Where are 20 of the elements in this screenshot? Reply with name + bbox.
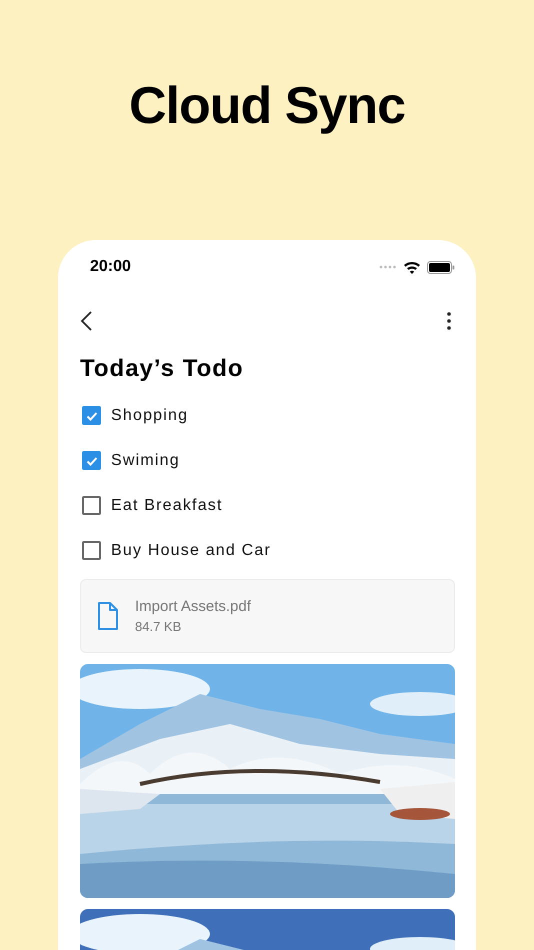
headline: Cloud Sync: [128, 76, 406, 137]
checkbox[interactable]: [82, 451, 101, 470]
file-icon: [97, 602, 119, 630]
file-size: 84.7 KB: [135, 619, 182, 634]
battery-icon: [427, 260, 455, 274]
file-name: Import Assets.pdf: [135, 598, 251, 615]
checkbox[interactable]: [82, 541, 101, 560]
checkbox[interactable]: [82, 406, 101, 425]
note-title: Today’s Todo: [80, 355, 245, 383]
todo-label: Buy House and Car: [111, 542, 272, 560]
todo-label: Swiming: [111, 452, 180, 470]
wifi-icon: [403, 260, 421, 274]
todo-label: Eat Breakfast: [111, 496, 223, 514]
more-icon[interactable]: [446, 311, 452, 331]
status-time: 20:00: [90, 258, 131, 276]
signal-icon: [379, 265, 397, 269]
attachment-card[interactable]: Import Assets.pdf 84.7 KB: [80, 579, 455, 653]
todo-label: Shopping: [111, 406, 188, 424]
checkbox[interactable]: [82, 496, 101, 515]
back-icon[interactable]: [80, 310, 94, 332]
